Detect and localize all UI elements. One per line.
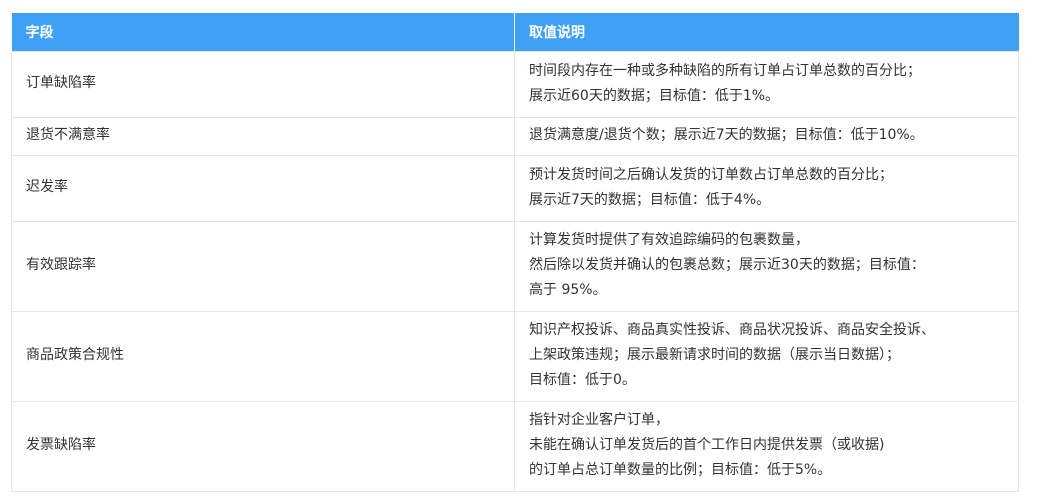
field-cell: 迟发率 — [11, 154, 515, 222]
description-line: 上架政策违规；展示最新请求时间的数据（展示当日数据）； — [529, 347, 900, 363]
description-line: 计算发货时提供了有效追踪编码的包裹数量， — [529, 232, 809, 248]
table-row: 发票缺陷率 指针对企业客户订单， 未能在确认订单发货后的首个工作日内提供发票（或… — [11, 400, 1019, 492]
description-line: 知识产权投诉、商品真实性投诉、商品状况投诉、商品安全投诉、 — [529, 322, 935, 338]
description-line: 展示近7天的数据；目标值：低于4%。 — [529, 191, 771, 208]
field-cell: 订单缺陷率 — [11, 50, 515, 118]
description-line: 展示近60天的数据；目标值：低于1%。 — [529, 87, 780, 104]
description-line: 目标值：低于0。 — [529, 372, 636, 388]
table-row: 商品政策合规性 知识产权投诉、商品真实性投诉、商品状况投诉、商品安全投诉、 上架… — [11, 310, 1019, 402]
header-description: 取值说明 — [514, 13, 1019, 51]
field-cell: 有效跟踪率 — [11, 220, 515, 312]
description-cell: 知识产权投诉、商品真实性投诉、商品状况投诉、商品安全投诉、 上架政策违规；展示最… — [514, 310, 1019, 402]
field-cell: 退货不满意率 — [11, 116, 515, 156]
description-line: 然后除以发货并确认的包裹总数；展示近30天的数据；目标值： — [529, 257, 925, 273]
field-cell: 商品政策合规性 — [11, 310, 515, 402]
description-line: 的订单占总订单数量的比例；目标值：低于5%。 — [529, 462, 832, 478]
description-line: 高于 95%。 — [529, 282, 607, 298]
field-cell: 发票缺陷率 — [11, 400, 515, 492]
header-field: 字段 — [11, 13, 515, 51]
description-cell: 计算发货时提供了有效追踪编码的包裹数量， 然后除以发货并确认的包裹总数；展示近3… — [514, 220, 1019, 312]
description-cell: 指针对企业客户订单， 未能在确认订单发货后的首个工作日内提供发票（或收据) 的订… — [514, 400, 1019, 492]
description-line: 退货满意度/退货个数；展示近7天的数据；目标值：低于10%。 — [529, 127, 924, 143]
table-row: 有效跟踪率 计算发货时提供了有效追踪编码的包裹数量， 然后除以发货并确认的包裹总… — [11, 220, 1019, 312]
table-row: 迟发率 预计发货时间之后确认发货的订单数占订单总数的百分比； 展示近7天的数据；… — [11, 154, 1019, 222]
description-cell: 预计发货时间之后确认发货的订单数占订单总数的百分比； 展示近7天的数据；目标值：… — [514, 154, 1019, 222]
metrics-table-container: 字段 取值说明 订单缺陷率 时间段内存在一种或多种缺陷的所有订单占订单总数的百分… — [11, 13, 1019, 492]
description-line: 时间段内存在一种或多种缺陷的所有订单占订单总数的百分比； — [529, 62, 921, 79]
description-line: 未能在确认订单发货后的首个工作日内提供发票（或收据) — [529, 437, 885, 453]
table-header-row: 字段 取值说明 — [11, 13, 1019, 51]
description-cell: 退货满意度/退货个数；展示近7天的数据；目标值：低于10%。 — [514, 116, 1019, 156]
description-line: 预计发货时间之后确认发货的订单数占订单总数的百分比； — [529, 166, 893, 183]
table-row: 订单缺陷率 时间段内存在一种或多种缺陷的所有订单占订单总数的百分比； 展示近60… — [11, 50, 1019, 118]
table-row: 退货不满意率 退货满意度/退货个数；展示近7天的数据；目标值：低于10%。 — [11, 116, 1019, 156]
description-line: 指针对企业客户订单， — [529, 412, 669, 428]
metrics-table: 字段 取值说明 订单缺陷率 时间段内存在一种或多种缺陷的所有订单占订单总数的百分… — [11, 13, 1019, 492]
description-cell: 时间段内存在一种或多种缺陷的所有订单占订单总数的百分比； 展示近60天的数据；目… — [514, 50, 1019, 118]
